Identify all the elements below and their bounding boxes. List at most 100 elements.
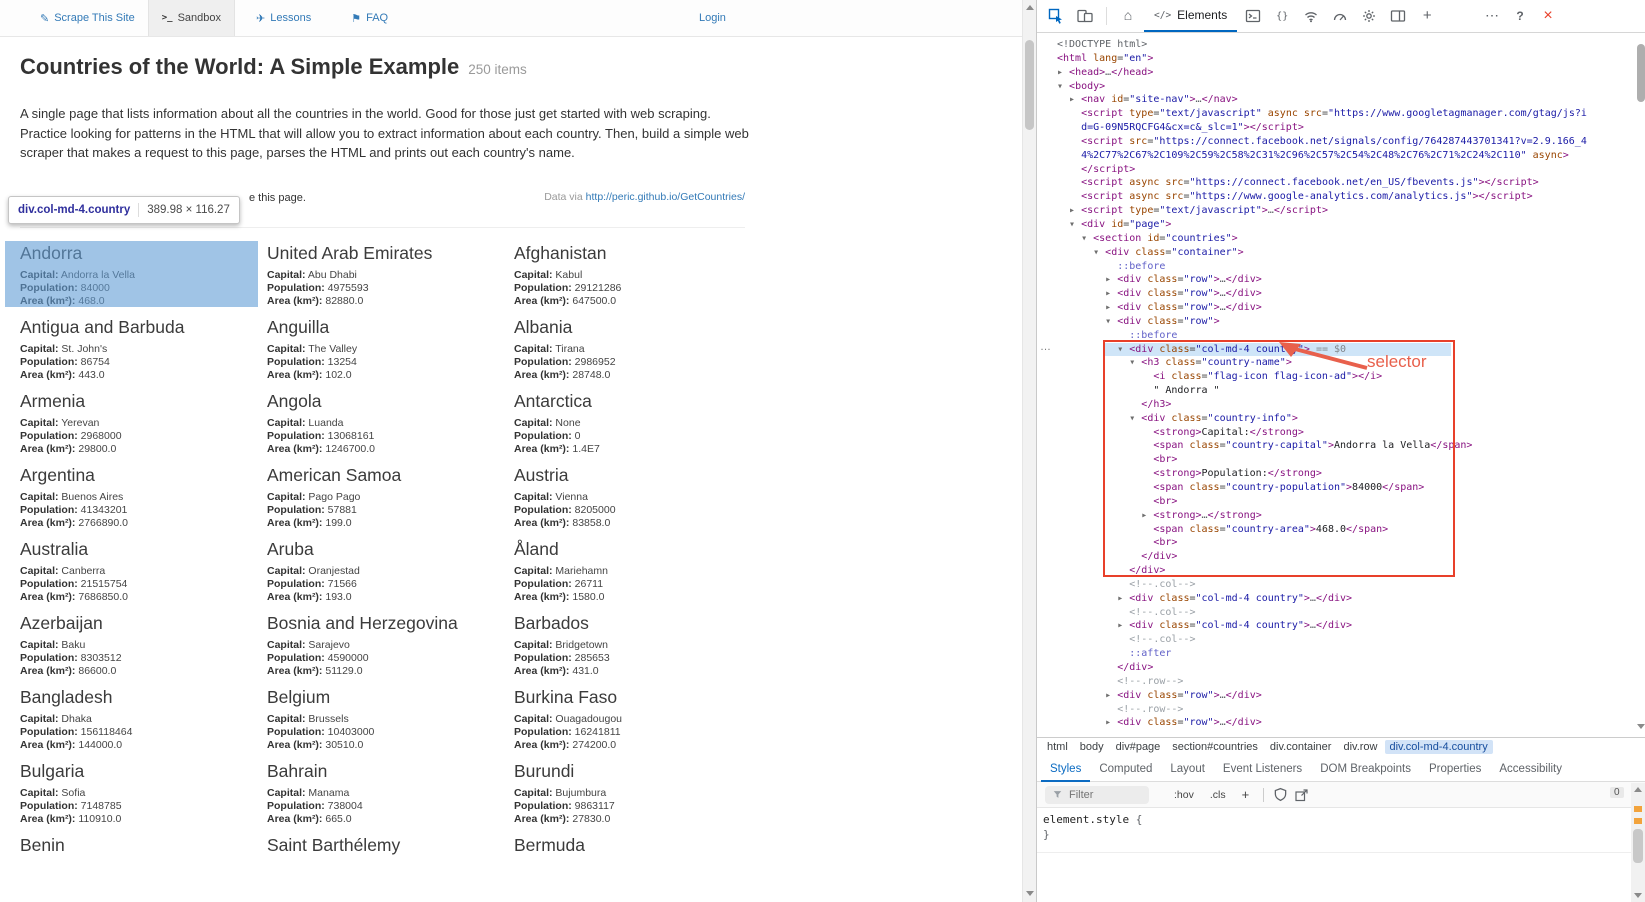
dom-tree-line[interactable]: <script async src="https://www.google-an… [1057,190,1635,204]
dom-tree-line[interactable]: ▸ <div class="col-md-4 country">…</div> [1057,619,1635,633]
dom-tree-line[interactable]: <script type="text/javascript" async src… [1057,107,1635,121]
dom-tree-line-selected[interactable]: ▾ <div class="col-md-4 country"> == $0 [1057,343,1635,357]
styles-tab-layout[interactable]: Layout [1161,756,1214,782]
nav-brand[interactable]: Scrape This Site [27,0,148,36]
open-external-icon[interactable] [1294,787,1309,802]
dom-tree-line[interactable]: ▸ <div class="row">…</div> [1057,301,1635,315]
console-icon[interactable] [1240,1,1266,31]
network-icon[interactable] [1298,1,1324,31]
dom-tree-line[interactable]: ▸ <div class="row">…</div> [1057,716,1635,730]
styles-scroll-down-icon[interactable] [1634,893,1642,898]
dom-tree-line[interactable]: </div> [1057,661,1635,675]
toggle-cls[interactable]: .cls [1205,789,1231,801]
node-more-actions-icon[interactable] [1040,341,1051,353]
styles-scrollbar[interactable] [1631,783,1645,902]
dom-tree-line[interactable]: ▸ <head>…</head> [1057,66,1635,80]
dom-tree-line[interactable]: <!--.row--> [1057,675,1635,689]
dom-tree-line[interactable]: <br> [1057,453,1635,467]
dom-tree-line[interactable]: ▸ <script type="text/javascript">…</scri… [1057,204,1635,218]
scroll-down-icon[interactable] [1026,891,1034,896]
dom-tree-line[interactable]: <!--.row--> [1057,703,1635,717]
toggle-hov[interactable]: :hov [1169,789,1199,801]
dom-tree-line[interactable]: ▸ <nav id="site-nav">…</nav> [1057,93,1635,107]
device-toolbar-icon[interactable] [1072,1,1098,31]
close-devtools-icon[interactable] [1535,1,1561,31]
dom-tree-line[interactable]: ::before [1057,260,1635,274]
inspect-element-icon[interactable] [1043,1,1069,31]
dom-tree-line[interactable]: </div> [1057,550,1635,564]
styles-scroll-up-icon[interactable] [1634,787,1642,792]
dom-tree-line[interactable]: <strong>Capital:</strong> [1057,426,1635,440]
breadcrumb-item[interactable]: div.container [1265,740,1337,754]
scroll-up-icon[interactable] [1026,5,1034,10]
dom-tree-line[interactable]: </script> [1057,163,1635,177]
styles-tab-computed[interactable]: Computed [1090,756,1161,782]
settings-gear-icon[interactable] [1356,1,1382,31]
welcome-tab-home-icon[interactable] [1115,1,1141,31]
page-scrollbar[interactable] [1022,0,1037,902]
dom-tree-line[interactable]: ▾ <div class="country-info"> [1057,412,1635,426]
styles-filter[interactable] [1045,786,1149,804]
dom-tree-line[interactable]: <!--.col--> [1057,606,1635,620]
dom-tree-line[interactable]: <br> [1057,495,1635,509]
dom-tree-line[interactable]: <span class="country-capital">Andorra la… [1057,439,1635,453]
styles-tab-styles[interactable]: Styles [1041,756,1090,782]
dom-tree-line[interactable]: <script async src="https://connect.faceb… [1057,176,1635,190]
dom-tree-line[interactable]: ▾ <body> [1057,80,1635,94]
new-style-rule-icon[interactable]: + [1237,787,1255,802]
dom-tree-line[interactable]: ::after [1057,647,1635,661]
dom-tree-line[interactable]: <!--.col--> [1057,633,1635,647]
dom-tree-line[interactable]: ▾ <div class="container"> [1057,246,1635,260]
dom-tree-line[interactable]: d=G-09N5RQCFG4&cx=c&_slc=1"></script> [1057,121,1635,135]
tree-scrollbar-thumb[interactable] [1637,44,1645,102]
dom-tree-line[interactable]: ▸ <div class="row">…</div> [1057,689,1635,703]
dom-tree-line[interactable]: <span class="country-population">84000</… [1057,481,1635,495]
dom-tree-line[interactable]: ::before [1057,329,1635,343]
dom-tree-line[interactable]: ▸ <div class="col-md-4 country">…</div> [1057,592,1635,606]
styles-tab-properties[interactable]: Properties [1420,756,1490,782]
data-source-link[interactable]: http://peric.github.io/GetCountries/ [586,191,745,203]
styles-tab-dom-breakpoints[interactable]: DOM Breakpoints [1311,756,1420,782]
element-style-rule[interactable]: element.style { } [1043,812,1142,842]
dom-tree-line[interactable]: <script src="https://connect.facebook.ne… [1057,135,1635,149]
add-panel-icon[interactable] [1414,1,1440,31]
dom-tree-line[interactable]: ▸ <strong>…</strong> [1057,509,1635,523]
rendering-shield-icon[interactable] [1273,787,1288,802]
breadcrumb-item[interactable]: html [1042,740,1073,754]
breadcrumb-item[interactable]: section#countries [1167,740,1263,754]
dom-tree-line[interactable]: <!DOCTYPE html> [1057,38,1635,52]
dom-tree-line[interactable]: </div> [1057,564,1635,578]
dom-tree-line[interactable]: <br> [1057,536,1635,550]
nav-tab-lessons[interactable]: Lessons [243,0,324,36]
styles-tab-event-listeners[interactable]: Event Listeners [1214,756,1311,782]
nav-tab-faq[interactable]: FAQ [338,0,401,36]
breadcrumb-item[interactable]: body [1075,740,1109,754]
dom-tree-line[interactable]: 4%2C77%2C67%2C109%2C59%2C58%2C31%2C96%2C… [1057,149,1635,163]
breadcrumb-item[interactable]: div.col-md-4.country [1385,740,1493,754]
page-scrollbar-thumb[interactable] [1025,40,1034,130]
styles-tab-accessibility[interactable]: Accessibility [1490,756,1571,782]
dom-tree-line[interactable]: <i class="flag-icon flag-icon-ad"></i> [1057,370,1635,384]
dom-tree-line[interactable]: <html lang="en"> [1057,52,1635,66]
dom-tree-line[interactable]: ▾ <section id="countries"> [1057,232,1635,246]
dom-tree-line[interactable]: </h3> [1057,398,1635,412]
dom-tree-line[interactable]: <!--.col--> [1057,578,1635,592]
breadcrumb-item[interactable]: div.row [1338,740,1382,754]
login-link[interactable]: Login [686,0,739,36]
dom-tree-line[interactable]: ▾ <div class="row"> [1057,315,1635,329]
dom-tree-line[interactable]: ▸ <div class="row">…</div> [1057,273,1635,287]
performance-icon[interactable] [1327,1,1353,31]
dom-tree-line[interactable]: <span class="country-area">468.0</span> [1057,523,1635,537]
dom-tree-line[interactable]: ▾ <h3 class="country-name"> [1057,356,1635,370]
tree-scroll-down-icon[interactable] [1637,724,1645,729]
breadcrumb-item[interactable]: div#page [1111,740,1166,754]
sources-icon[interactable] [1269,1,1295,31]
dom-tree-line[interactable]: " Andorra " [1057,384,1635,398]
nav-tab-sandbox[interactable]: Sandbox [148,0,235,36]
dom-tree-line[interactable]: ▾ <div id="page"> [1057,218,1635,232]
dom-tree-line[interactable]: <strong>Population:</strong> [1057,467,1635,481]
styles-filter-input[interactable] [1067,788,1141,802]
help-icon[interactable] [1507,1,1533,31]
styles-scrollbar-thumb[interactable] [1633,829,1643,863]
tab-elements[interactable]: </> Elements [1144,1,1237,32]
